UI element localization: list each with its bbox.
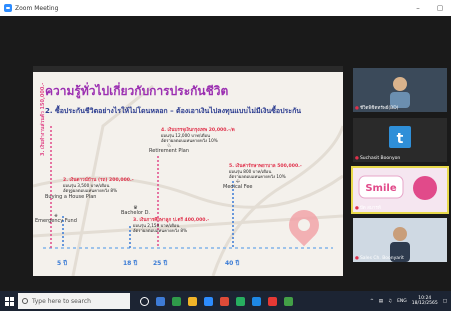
volume-icon[interactable]: ♫ <box>388 299 392 304</box>
taskbar-app-icon[interactable] <box>200 291 216 311</box>
muted-mic-icon: ● <box>355 156 359 161</box>
minimize-button[interactable]: – <box>407 0 429 16</box>
age-label: 40 ปี <box>225 260 240 267</box>
maximize-button[interactable]: ▢ <box>429 0 451 16</box>
window-controls: – ▢ <box>407 0 451 16</box>
emergency-icon: ☣ Emergency Fund <box>35 213 77 224</box>
participant-tile[interactable]: ●Sales Ch. Boonyarit <box>353 218 447 262</box>
taskbar-app-icon[interactable] <box>136 291 152 311</box>
participant-name: ●บีต สมารท์ <box>355 206 381 211</box>
notification-icon[interactable]: □ <box>443 299 447 304</box>
note-medical: 5. เงินค่ารักษาพยาบาล 500,000.- ผ่อนรุ่น… <box>229 164 302 179</box>
note-retirement: 4. เงินบรรจุเงินกรุงเทพ 20,000.-/ด ผ่อนร… <box>161 128 235 143</box>
participant-name: ●Sales Ch. Boonyarit <box>355 256 404 261</box>
network-icon[interactable]: ▤ <box>379 299 383 304</box>
participant-name: ●ชีวิตพิชิตทรัพย์(BD) <box>355 106 399 111</box>
note-line: อัตราผลตอบแทนคาดหวัง 10% <box>161 138 218 143</box>
zoom-logo-icon <box>4 4 12 12</box>
taskbar-app-icon[interactable] <box>248 291 264 311</box>
taskbar-app-icon[interactable] <box>184 291 200 311</box>
slide-vertical-label: 3. เงินทำงานส่วนตัว 150,000.- <box>40 82 46 156</box>
window-titlebar: Zoom Meeting – ▢ <box>0 0 451 16</box>
taskbar-apps <box>136 291 296 311</box>
age-label: 25 ปี <box>153 260 168 267</box>
shared-screen-slide: ความรู้ทั่วไปเกี่ยวกับการประกันชีวิต 2. … <box>33 66 343 276</box>
taskbar-app-icon[interactable] <box>280 291 296 311</box>
svg-text:Smile: Smile <box>365 183 396 194</box>
search-icon <box>22 298 28 304</box>
education-label: Bachelor D. <box>121 210 151 216</box>
start-button[interactable] <box>0 291 18 311</box>
participant-tile-active-speaker[interactable]: Smile ●บีต สมารท์ <box>351 166 449 214</box>
clock-date: 18/12/2565 <box>411 301 438 306</box>
slide-title: ความรู้ทั่วไปเกี่ยวกับการประกันชีวิต <box>45 84 229 98</box>
age-label: 18 ปี <box>123 260 138 267</box>
system-tray: ^ ▤ ♫ ENG 10:24 18/12/2565 □ <box>370 296 451 306</box>
taskbar-app-icon[interactable] <box>232 291 248 311</box>
participant-tile[interactable]: ●ชีวิตพิชิตทรัพย์(BD) <box>353 68 447 112</box>
house-icon: ⌂ Buying a House Plan <box>45 189 97 200</box>
note-education: 3. เงินการศึกษาลูก ป.ตรี 400,000.- ผ่อนร… <box>133 218 209 233</box>
muted-mic-icon: ● <box>355 106 359 111</box>
muted-mic-icon: ● <box>355 256 359 261</box>
taskbar-clock[interactable]: 10:24 18/12/2565 <box>412 296 438 306</box>
search-placeholder: Type here to search <box>32 297 91 305</box>
taskbar-app-icon[interactable] <box>264 291 280 311</box>
svg-text:t: t <box>397 131 404 147</box>
windows-taskbar: Type here to search ^ ▤ ♫ ENG 10:24 18/1… <box>0 291 451 311</box>
taskbar-app-icon[interactable] <box>168 291 184 311</box>
taskbar-search-box[interactable]: Type here to search <box>18 293 130 309</box>
medical-label: Medical Fee <box>223 184 253 190</box>
medical-icon: ☩ Medical Fee <box>223 179 253 190</box>
participant-name: ●Suchasit Boonyon <box>355 156 401 161</box>
input-language[interactable]: ENG <box>397 299 407 304</box>
window-title: Zoom Meeting <box>15 4 59 12</box>
note-line: อัตราผลตอบแทนคาดหวัง 8% <box>133 228 188 233</box>
age-label: 5 ปี <box>57 260 68 267</box>
retirement-icon: ♘ Retirement Plan <box>149 143 189 154</box>
muted-mic-icon: ● <box>355 206 359 211</box>
taskbar-app-icon[interactable] <box>152 291 168 311</box>
windows-logo-icon <box>4 296 14 306</box>
retirement-label: Retirement Plan <box>149 148 189 154</box>
taskbar-app-icon[interactable] <box>216 291 232 311</box>
graduation-icon: ♛ Bachelor D. <box>121 205 151 216</box>
emergency-label: Emergency Fund <box>35 218 77 224</box>
slide-subtitle: 2. ซื้อประกันชีวิตอย่างไรให้ไม่โดนหลอก –… <box>45 107 302 115</box>
house-label: Buying a House Plan <box>45 194 97 200</box>
participant-tile[interactable]: t ●Suchasit Boonyon <box>353 118 447 162</box>
chevron-up-icon[interactable]: ^ <box>370 299 374 304</box>
meeting-stage: ความรู้ทั่วไปเกี่ยวกับการประกันชีวิต 2. … <box>0 16 451 291</box>
